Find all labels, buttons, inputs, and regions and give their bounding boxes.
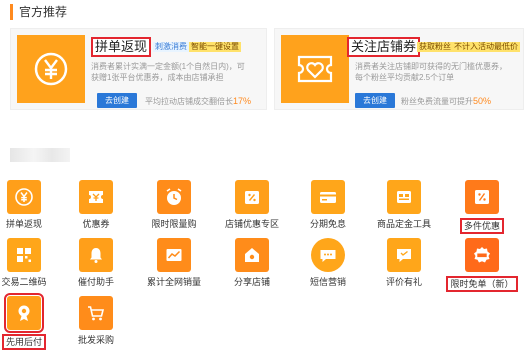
free-order-icon	[465, 238, 499, 272]
tool-trade-qrcode[interactable]: 交易二维码	[0, 238, 62, 290]
tool-label: 限时免单（新）	[446, 276, 518, 292]
card-desc-line: 消费者累计实满一定金额(1个自然日内)，可	[91, 62, 245, 71]
tool-label: 店铺优惠专区	[224, 219, 279, 229]
tool-label: 限时限量购	[151, 219, 197, 229]
tool-label: 拼单返现	[5, 219, 42, 229]
tool-label: 先用后付	[1, 334, 46, 350]
card-desc-line: 每个粉丝平均贡献2.5个订单	[355, 73, 455, 82]
note-text: 粉丝免费流量可提升	[401, 97, 473, 106]
qrcode-icon	[7, 238, 41, 272]
tool-wholesale[interactable]: 批发采购	[58, 296, 134, 348]
blurred-heading	[10, 148, 70, 162]
card-desc-line: 获赠1张平台优惠券，成本由店铺承担	[91, 73, 224, 82]
tool-sms-marketing[interactable]: 短信营销	[290, 238, 366, 290]
discount-tag-icon	[235, 180, 269, 214]
tool-deposit[interactable]: 商品定金工具	[366, 180, 442, 232]
tool-flash-sale[interactable]: 限时限量购	[136, 180, 212, 232]
card-title: 关注店铺券	[347, 37, 421, 57]
tool-multi-discount[interactable]: 多件优惠	[444, 180, 520, 234]
tool-pindan-fanxian[interactable]: 拼单返现	[0, 180, 62, 232]
coupon-icon	[79, 180, 113, 214]
create-button[interactable]: 去创建	[97, 93, 137, 108]
tool-payment-reminder[interactable]: 催付助手	[58, 238, 134, 290]
create-button[interactable]: 去创建	[355, 93, 395, 108]
tag-label: 获取粉丝	[417, 42, 453, 52]
tool-free-order[interactable]: 限时免单（新）	[444, 238, 520, 292]
sms-icon	[311, 238, 345, 272]
card-follow-store-coupon: 关注店铺券 获取粉丝 不计入活动最低价 消费者关注店铺即可获得的无门槛优惠券， …	[274, 28, 524, 110]
note-value: 17%	[233, 96, 252, 106]
tool-coupon[interactable]: 优惠券	[58, 180, 134, 232]
tool-pay-later[interactable]: 先用后付	[0, 293, 62, 350]
tool-store-discount-zone[interactable]: 店铺优惠专区	[214, 180, 290, 232]
tag-label: 刺激消费	[153, 42, 189, 52]
tool-label: 优惠券	[82, 219, 110, 229]
tag-label: 不计入活动最低价	[452, 42, 520, 52]
card-title: 拼单返现	[91, 37, 152, 57]
tool-label: 分享店铺	[233, 277, 270, 287]
tool-label: 商品定金工具	[376, 219, 431, 229]
tool-label: 短信营销	[309, 277, 346, 287]
card-note: 粉丝免费流量可提升50%	[401, 96, 491, 107]
card-pindan-fanxian: 拼单返现 刺激消费 智能一键设置 消费者累计实满一定金额(1个自然日内)，可 获…	[10, 28, 267, 110]
tool-label: 批发采购	[77, 335, 114, 345]
card-icon	[311, 180, 345, 214]
tool-label: 催付助手	[77, 277, 114, 287]
card-desc-line: 消费者关注店铺即可获得的无门槛优惠券，	[355, 62, 507, 71]
tool-label: 分期免息	[309, 219, 346, 229]
tool-installment-free[interactable]: 分期免息	[290, 180, 366, 232]
tool-review-gift[interactable]: 评价有礼	[366, 238, 442, 290]
tool-label: 交易二维码	[1, 277, 47, 287]
chart-icon	[157, 238, 191, 272]
note-text: 平均拉动店铺成交翻倍长	[145, 97, 233, 106]
bell-icon	[79, 238, 113, 272]
yen-coin-icon	[17, 35, 85, 103]
deposit-icon	[387, 180, 421, 214]
review-gift-icon	[387, 238, 421, 272]
section-title: 官方推荐	[10, 4, 67, 20]
tool-share-store[interactable]: 分享店铺	[214, 238, 290, 290]
yen-icon	[7, 180, 41, 214]
heart-ticket-icon	[281, 35, 349, 103]
pay-later-icon	[4, 293, 44, 333]
alarm-icon	[157, 180, 191, 214]
card-note: 平均拉动店铺成交翻倍长17%	[145, 96, 251, 107]
cart-icon	[79, 296, 113, 330]
tool-label: 累计全网销量	[146, 277, 201, 287]
tool-label: 多件优惠	[459, 218, 504, 234]
note-value: 50%	[473, 96, 492, 106]
share-store-icon	[235, 238, 269, 272]
tool-label: 评价有礼	[385, 277, 422, 287]
tag-label: 智能一键设置	[189, 42, 241, 52]
multi-discount-icon	[465, 180, 499, 214]
tool-total-sales[interactable]: 累计全网销量	[136, 238, 212, 290]
